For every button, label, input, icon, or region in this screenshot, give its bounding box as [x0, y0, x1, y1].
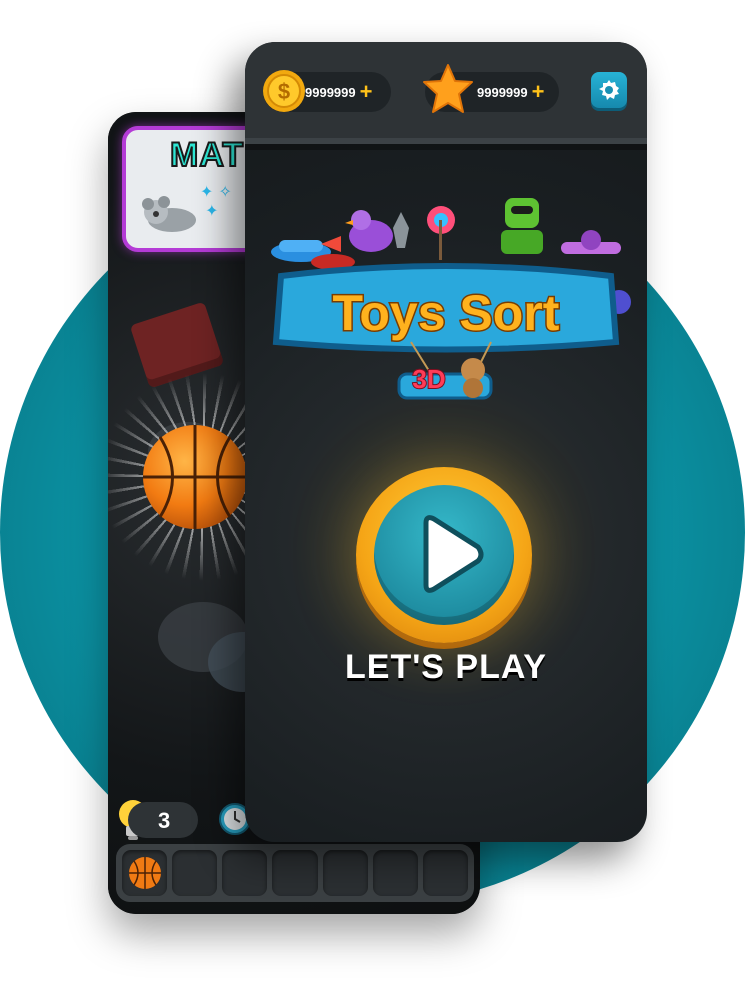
lets-play-label[interactable]: LET'S PLAY — [245, 648, 647, 687]
slot-7[interactable] — [422, 850, 468, 896]
play-icon — [423, 515, 484, 593]
basketball-icon — [128, 857, 161, 889]
match-panel-title: MAT — [169, 135, 245, 175]
coin-icon: $ — [263, 70, 305, 112]
collection-slot-bar — [116, 844, 474, 902]
coin-balance-value: 9999999 — [305, 84, 356, 100]
slot-6[interactable] — [372, 850, 418, 896]
slot-4[interactable] — [272, 850, 318, 896]
star-icon — [423, 64, 473, 113]
add-coins-button[interactable]: + — [360, 81, 373, 103]
play-button-inner — [374, 485, 514, 625]
svg-text:$: $ — [278, 79, 290, 104]
play-button[interactable] — [356, 467, 532, 643]
hint-count-value: 3 — [158, 808, 171, 833]
gear-icon — [599, 80, 619, 100]
star-balance-value: 9999999 — [477, 84, 528, 100]
slot-2[interactable] — [172, 850, 218, 896]
logo-title-text: Toys Sort — [333, 285, 560, 341]
add-stars-button[interactable]: + — [532, 81, 545, 103]
sparkle-icon: ✦ ✧ ✦ — [200, 182, 232, 220]
slot-5[interactable] — [322, 850, 368, 896]
logo-3d-text: 3D — [412, 364, 445, 394]
koala-toy-icon — [142, 196, 196, 232]
front-phone-screen: 9999999 + $ 9999999 + Toys Sort 3D LET'S… — [245, 42, 647, 842]
slot-1[interactable] — [122, 850, 168, 896]
slot-3[interactable] — [222, 850, 268, 896]
basketball-icon — [143, 425, 247, 529]
toys-sort-3d-logo: Toys Sort 3D — [271, 198, 631, 400]
settings-button[interactable] — [591, 72, 627, 108]
